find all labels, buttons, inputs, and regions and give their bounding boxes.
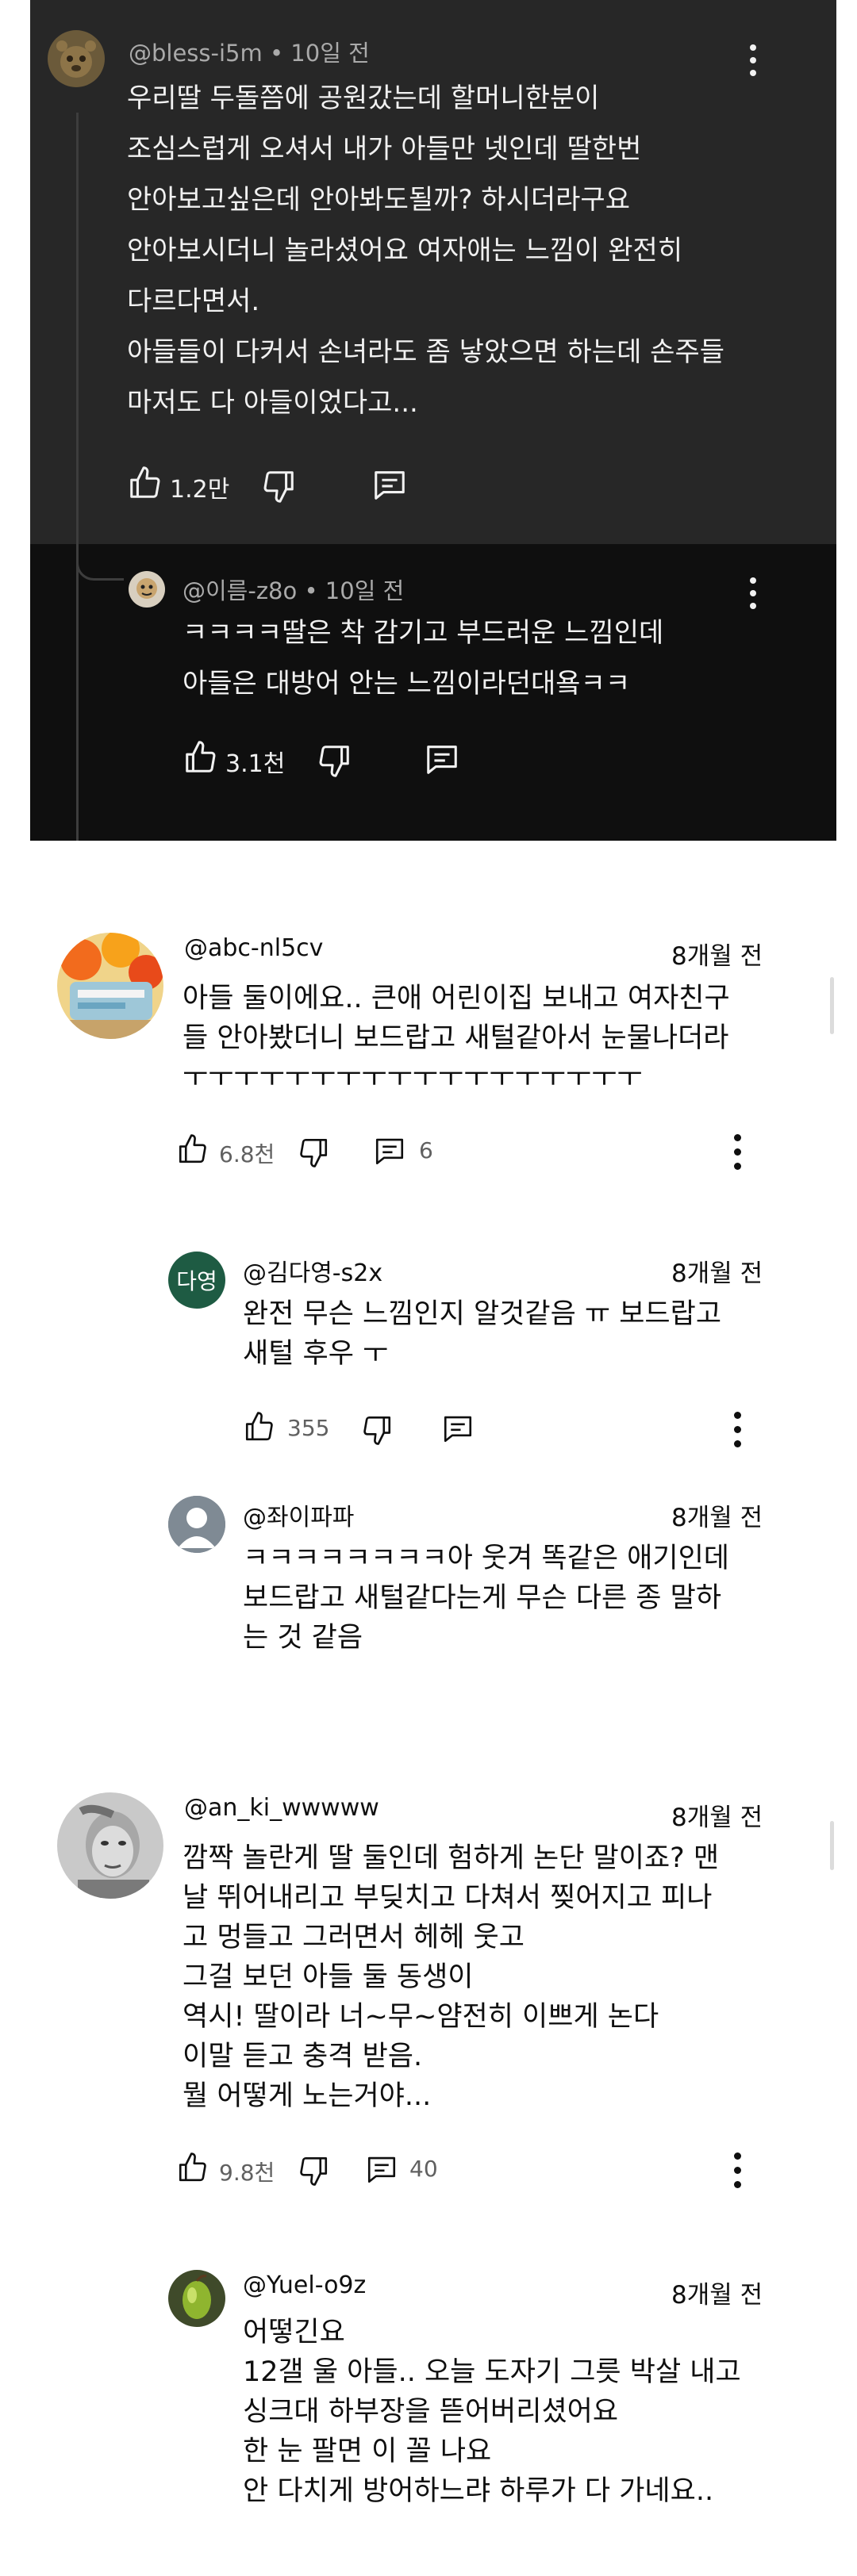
comment-line: 어떻긴요 <box>243 2317 345 2348</box>
comment-author[interactable]: @abc-nl5cv <box>184 934 323 962</box>
avatar[interactable] <box>57 1792 163 1899</box>
avatar-initials: 다영 <box>176 1268 217 1294</box>
comment-line: 들 안아봤더니 보드랍고 새털같아서 눈물나더라 <box>183 1022 729 1054</box>
like-count: 6.8천 <box>219 1141 275 1167</box>
comment-line: 조심스럽게 오셔서 내가 아들만 넷인데 딸한번 <box>127 133 642 165</box>
comment-author[interactable]: @김다영-s2x <box>243 1253 382 1288</box>
comment-line: 아들은 대방어 안는 느낌이라던대욬ㅋㅋ <box>183 668 631 700</box>
reply-icon[interactable] <box>441 1412 475 1445</box>
comment-line: 안아보고싶은데 안아봐도될까? 하시더라구요 <box>127 184 630 216</box>
comment-line: 깜짝 놀란게 딸 둘인데 험하게 논단 말이죠? 맨 <box>183 1842 720 1874</box>
like-count: 9.8천 <box>219 2160 275 2186</box>
like-count: 355 <box>287 1415 330 1441</box>
dislike-icon[interactable] <box>360 1413 394 1447</box>
comment-time: 10일 전 <box>325 577 405 604</box>
comment-line: 그걸 보던 아들 둘 동생이 <box>183 1961 474 1993</box>
more-icon[interactable] <box>747 44 759 79</box>
dislike-icon[interactable] <box>297 1136 330 1169</box>
scroll-indicator <box>830 977 834 1034</box>
avatar[interactable] <box>48 30 105 87</box>
comment-line: 안아보시더니 놀라셨어요 여자애는 느낌이 완전히 <box>127 235 683 266</box>
comment-line: 마저도 다 아들이었다고... <box>127 387 418 419</box>
like-icon[interactable] <box>176 1133 209 1166</box>
comment-line: 보드랍고 새털같다는게 무슨 다른 종 말하 <box>243 1582 722 1614</box>
dark-comment-thread: @bless-i5m • 10일 전 우리딸 두돌쯤에 공원갔는데 할머니한분이… <box>30 0 836 841</box>
more-icon[interactable] <box>732 1412 743 1450</box>
comment-time: 10일 전 <box>290 40 370 67</box>
comment-time: 8개월 전 <box>671 2281 763 2310</box>
comment-line: 안 다치게 방어하느랴 하루가 다 가네요.. <box>243 2475 714 2507</box>
comment-line: 뭘 어떻게 노는거야... <box>183 2080 432 2112</box>
avatar[interactable] <box>168 2270 225 2327</box>
comment-line: ㅋㅋㅋㅋㅋㅋㅋㅋ아 웃겨 똑같은 애기인데 <box>243 1543 729 1574</box>
dislike-icon[interactable] <box>316 742 352 779</box>
avatar[interactable] <box>168 1496 225 1553</box>
more-icon[interactable] <box>732 2152 743 2191</box>
comment-time: 8개월 전 <box>671 1504 763 1532</box>
like-count: 3.1천 <box>225 750 286 778</box>
comment-line: 이말 듣고 충격 받음. <box>183 2041 423 2072</box>
comment-time: 8개월 전 <box>671 942 763 971</box>
avatar[interactable] <box>57 933 163 1039</box>
comment-author[interactable]: @좌이파파 <box>243 1497 354 1532</box>
comment-line: 한 눈 팔면 이 꼴 나요 <box>243 2436 492 2467</box>
comment-line: 아들들이 다커서 손녀라도 좀 낳았으면 하는데 손주들 <box>127 336 725 368</box>
comment-line: 싱크대 하부장을 뜯어버리셨어요 <box>243 2396 619 2428</box>
comment-line: 새털 후우 ㅜ <box>243 1338 389 1370</box>
reply-icon[interactable] <box>424 741 460 777</box>
like-icon[interactable] <box>183 739 219 776</box>
comment-line: 날 뛰어내리고 부딪치고 다쳐서 찢어지고 피나 <box>183 1882 713 1914</box>
comment-line: 우리딸 두돌쯤에 공원갔는데 할머니한분이 <box>127 82 600 114</box>
comment-line: ㅜㅜㅜㅜㅜㅜㅜㅜㅜㅜㅜㅜㅜㅜㅜㅜㅜㅜ <box>183 1062 643 1094</box>
comment-line: 다르다면서. <box>127 286 260 317</box>
like-icon[interactable] <box>243 1410 276 1443</box>
thread-connector <box>76 544 124 581</box>
reply-icon[interactable] <box>371 466 408 503</box>
more-icon[interactable] <box>747 577 759 612</box>
comment-author[interactable]: @이름-z8o • 10일 전 <box>183 573 404 606</box>
reply-count: 40 <box>409 2156 438 2182</box>
dislike-icon[interactable] <box>260 468 297 504</box>
comment-line: 완전 무슨 느낌인지 알것같음 ㅠ 보드랍고 <box>243 1298 722 1330</box>
avatar[interactable] <box>129 571 165 608</box>
comment-author[interactable]: @bless-i5m • 10일 전 <box>129 35 370 68</box>
reply-count: 6 <box>419 1137 433 1163</box>
comment-line: ㅋㅋㅋㅋ딸은 착 감기고 부드러운 느낌인데 <box>183 617 664 649</box>
comment-line: 아들 둘이에요.. 큰애 어린이집 보내고 여자친구 <box>183 983 730 1014</box>
scroll-indicator <box>830 1821 834 1870</box>
comment-line: 12갤 울 아들.. 오늘 도자기 그릇 박살 내고 <box>243 2356 741 2388</box>
comment-line: 역시! 딸이라 너~무~얌전히 이쁘게 논다 <box>183 2001 659 2033</box>
reply-icon[interactable] <box>373 1134 406 1167</box>
comment-author[interactable]: @Yuel-o9z <box>243 2271 366 2299</box>
thread-line <box>76 113 79 841</box>
dislike-icon[interactable] <box>297 2154 330 2187</box>
avatar[interactable]: 다영 <box>168 1252 225 1309</box>
comment-author[interactable]: @an_ki_wwwww <box>184 1794 379 1822</box>
comment-time: 8개월 전 <box>671 1804 763 1832</box>
more-icon[interactable] <box>732 1134 743 1172</box>
like-icon[interactable] <box>127 465 163 501</box>
comment-time: 8개월 전 <box>671 1259 763 1288</box>
reply-icon[interactable] <box>365 2152 398 2186</box>
like-icon[interactable] <box>176 2151 209 2184</box>
comment-line: 는 것 같음 <box>243 1622 363 1654</box>
like-count: 1.2만 <box>170 476 230 504</box>
comment-line: 고 멍들고 그러면서 헤헤 웃고 <box>183 1922 525 1953</box>
